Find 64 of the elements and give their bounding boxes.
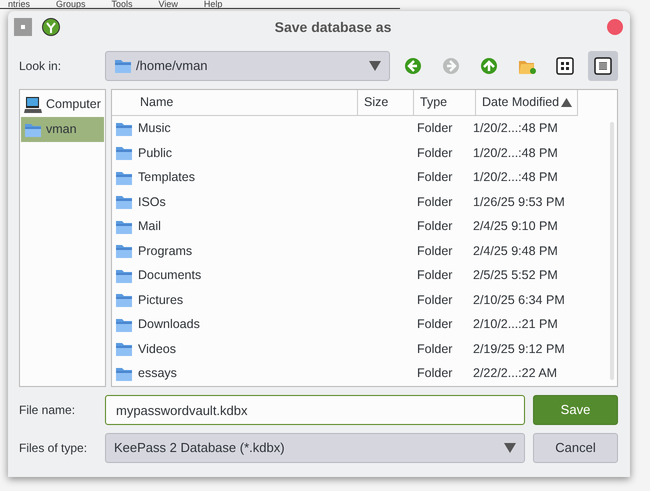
file-type-dropdown[interactable]: KeePass 2 Database (*.kdbx) [105,433,525,463]
places-item[interactable]: vman [21,117,104,142]
file-type: Folder [416,218,454,236]
file-type: Folder [416,242,454,260]
file-date: 2/10/25 6:34 PM [472,292,566,309]
file-type: Folder [416,340,454,358]
file-type: Folder [416,144,454,162]
look-in-label: Look in: [19,58,62,75]
file-name-label: File name: [19,402,76,419]
list-view-icon [594,57,612,75]
column-header[interactable]: Type [414,90,476,116]
column-header[interactable]: Name [112,90,358,116]
file-date: 2/4/25 9:48 PM [472,242,559,260]
file-date: 1/20/2...:48 PM [472,144,559,162]
look-in-dropdown[interactable]: /home/vman [105,51,390,81]
file-name[interactable]: ISOs [112,192,411,212]
file-date: 2/4/25 9:10 PM [472,218,559,236]
file-date: 2/10/2...:21 PM [472,316,559,334]
file-name-field[interactable]: mypasswordvault.kdbx [105,395,525,425]
file-type: Folder [416,169,454,186]
cancel-button[interactable]: Cancel [533,433,618,463]
file-type: Folder [416,316,454,334]
file-name[interactable]: Mail [112,217,411,236]
dropdown-arrow-icon [504,443,516,453]
folder-icon [115,340,133,358]
dropdown-arrow-icon [369,61,381,71]
save-button[interactable]: Save [533,395,618,425]
window-menu-icon[interactable] [14,18,32,36]
list-view-button[interactable] [588,51,618,81]
folder-icon [115,193,133,212]
file-date: 2/22/2...:22 AM [472,365,558,382]
file-name[interactable]: Pictures [112,290,411,310]
file-name[interactable]: Public [112,144,411,163]
file-type: Folder [416,292,454,309]
up-arrow-icon [480,57,498,75]
file-name[interactable]: Documents [112,266,411,286]
file-date: 1/20/2...:48 PM [472,120,559,138]
file-name[interactable]: Programs [112,242,411,261]
app-logo-icon [42,18,60,36]
grid-view-icon [556,57,574,75]
file-name[interactable]: Downloads [112,315,411,334]
file-name[interactable]: essays [112,364,411,384]
folder-icon [114,57,132,75]
folder-icon [115,291,133,310]
file-type: Folder [416,120,454,138]
folder-icon [115,144,133,162]
file-name[interactable]: Music [112,119,411,138]
file-name[interactable]: Videos [112,340,411,359]
file-date: 1/26/25 9:53 PM [472,194,566,211]
file-type: Folder [416,267,454,284]
computer-icon [24,96,42,114]
file-name[interactable]: Templates [112,168,411,188]
file-date: 2/5/25 5:52 PM [472,267,559,284]
folder-icon [115,242,133,260]
window-title: Save database as [274,18,392,36]
file-date: 2/19/25 9:12 PM [472,340,566,358]
close-icon[interactable] [606,18,624,36]
places-item[interactable]: Computer [21,92,104,117]
file-type-label: Files of type: [19,440,88,457]
column-header[interactable]: Date Modified [476,90,578,116]
column-header[interactable]: Size [358,90,414,116]
file-type: Folder [416,194,454,211]
file-type: Folder [416,365,454,382]
file-date: 1/20/2...:48 PM [472,169,559,186]
